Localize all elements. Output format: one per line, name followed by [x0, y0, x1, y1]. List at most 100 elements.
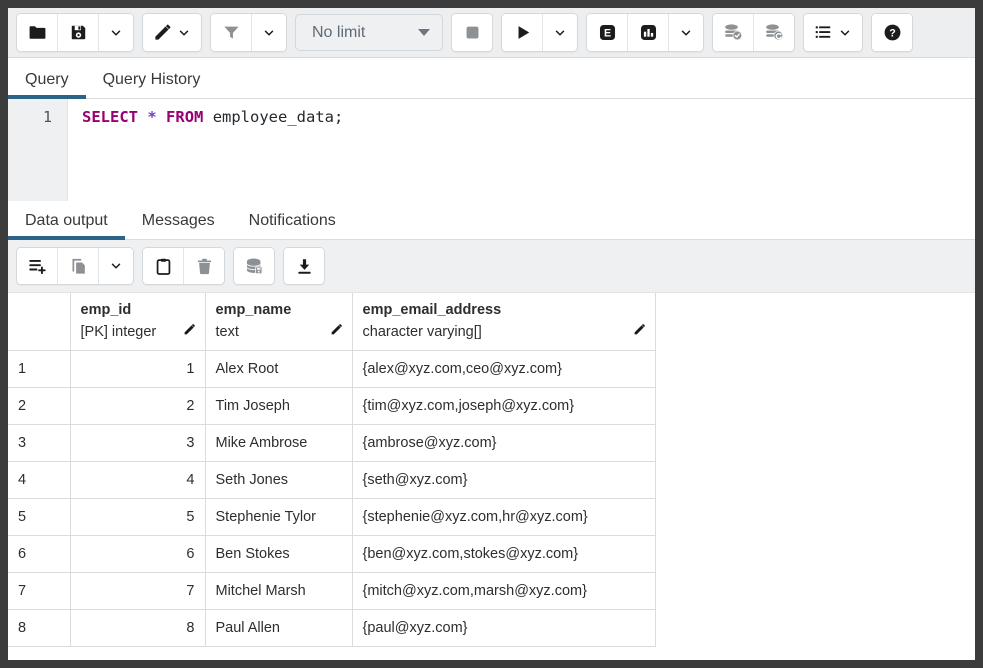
cell-emp-id[interactable]: 5	[70, 499, 205, 536]
edit-button[interactable]	[143, 14, 201, 51]
copy-button[interactable]	[57, 248, 98, 284]
table-row: 8 8 Paul Allen {paul@xyz.com}	[8, 610, 655, 647]
save-data-group	[233, 247, 275, 285]
tab-query-history[interactable]: Query History	[86, 71, 218, 98]
file-button-group	[16, 13, 134, 52]
column-name: emp_id	[81, 300, 195, 321]
cell-emp-name[interactable]: Mike Ambrose	[205, 425, 352, 462]
numbered-list-icon	[814, 23, 833, 42]
cancel-query-button[interactable]	[452, 14, 492, 51]
row-copy-group	[16, 247, 134, 285]
row-number[interactable]: 6	[8, 536, 70, 573]
cell-emp-name[interactable]: Mitchel Marsh	[205, 573, 352, 610]
commit-button[interactable]	[713, 14, 753, 51]
edit-column-icon[interactable]	[330, 323, 343, 336]
cell-emp-id[interactable]: 6	[70, 536, 205, 573]
column-header-emp-email-address[interactable]: emp_email_address character varying[]	[352, 293, 655, 351]
cell-emp-name[interactable]: Paul Allen	[205, 610, 352, 647]
execute-query-button[interactable]	[502, 14, 542, 51]
save-data-changes-button[interactable]	[234, 248, 274, 284]
tab-notifications[interactable]: Notifications	[232, 212, 353, 239]
sql-identifier: employee_data;	[203, 108, 343, 126]
save-file-button[interactable]	[57, 14, 98, 51]
cell-emp-name[interactable]: Tim Joseph	[205, 388, 352, 425]
table-row: 7 7 Mitchel Marsh {mitch@xyz.com,marsh@x…	[8, 573, 655, 610]
cell-emp-email[interactable]: {tim@xyz.com,joseph@xyz.com}	[352, 388, 655, 425]
cell-emp-name[interactable]: Ben Stokes	[205, 536, 352, 573]
trash-icon	[195, 257, 214, 276]
cell-emp-email[interactable]: {paul@xyz.com}	[352, 610, 655, 647]
clipboard-icon	[154, 257, 173, 276]
download-button[interactable]	[284, 248, 324, 284]
filter-icon	[222, 23, 241, 42]
cell-emp-id[interactable]: 1	[70, 351, 205, 388]
header-row: emp_id [PK] integer emp_name text emp_em…	[8, 293, 655, 351]
edit-column-icon[interactable]	[183, 323, 196, 336]
query-tab-bar: Query Query History	[8, 58, 975, 99]
row-number[interactable]: 1	[8, 351, 70, 388]
query-tool-window: No limit	[0, 0, 983, 668]
macros-button[interactable]	[804, 14, 862, 51]
copy-options-button[interactable]	[98, 248, 133, 284]
caret-down-icon	[418, 29, 430, 36]
edit-column-icon[interactable]	[633, 323, 646, 336]
row-number[interactable]: 7	[8, 573, 70, 610]
query-toolbar: No limit	[8, 8, 975, 58]
explain-options-button[interactable]	[668, 14, 703, 51]
svg-text:?: ?	[889, 27, 896, 39]
cell-emp-email[interactable]: {ben@xyz.com,stokes@xyz.com}	[352, 536, 655, 573]
play-icon	[513, 23, 532, 42]
chevron-down-icon	[177, 26, 191, 40]
tab-query[interactable]: Query	[8, 71, 86, 98]
result-table: emp_id [PK] integer emp_name text emp_em…	[8, 293, 656, 647]
delete-button[interactable]	[183, 248, 224, 284]
paste-delete-group	[142, 247, 225, 285]
cell-emp-id[interactable]: 2	[70, 388, 205, 425]
row-limit-value: No limit	[312, 24, 365, 42]
explain-analyze-button[interactable]	[627, 14, 668, 51]
row-number[interactable]: 5	[8, 499, 70, 536]
column-header-emp-name[interactable]: emp_name text	[205, 293, 352, 351]
select-all-corner[interactable]	[8, 293, 70, 351]
cell-emp-email[interactable]: {stephenie@xyz.com,hr@xyz.com}	[352, 499, 655, 536]
row-number[interactable]: 8	[8, 610, 70, 647]
cell-emp-id[interactable]: 8	[70, 610, 205, 647]
cell-emp-name[interactable]: Stephenie Tylor	[205, 499, 352, 536]
tab-messages[interactable]: Messages	[125, 212, 232, 239]
column-type: [PK] integer	[81, 322, 195, 343]
row-number[interactable]: 2	[8, 388, 70, 425]
execute-options-button[interactable]	[542, 14, 577, 51]
cell-emp-id[interactable]: 3	[70, 425, 205, 462]
filter-options-button[interactable]	[251, 14, 286, 51]
row-limit-select[interactable]: No limit	[295, 14, 443, 51]
editor-gutter: 1	[8, 99, 68, 201]
add-row-button[interactable]	[17, 248, 57, 284]
column-name: emp_email_address	[363, 300, 645, 321]
tab-data-output[interactable]: Data output	[8, 212, 125, 239]
row-number[interactable]: 4	[8, 462, 70, 499]
chevron-down-icon	[553, 26, 567, 40]
explain-button[interactable]: E	[587, 14, 627, 51]
cell-emp-name[interactable]: Alex Root	[205, 351, 352, 388]
help-button[interactable]: ?	[872, 14, 912, 51]
cell-emp-email[interactable]: {ambrose@xyz.com}	[352, 425, 655, 462]
cell-emp-email[interactable]: {alex@xyz.com,ceo@xyz.com}	[352, 351, 655, 388]
cell-emp-name[interactable]: Seth Jones	[205, 462, 352, 499]
open-file-button[interactable]	[17, 14, 57, 51]
sql-editor[interactable]: 1 SELECT * FROM employee_data;	[8, 99, 975, 201]
cell-emp-id[interactable]: 7	[70, 573, 205, 610]
cell-emp-email[interactable]: {seth@xyz.com}	[352, 462, 655, 499]
rollback-button[interactable]	[753, 14, 794, 51]
row-number[interactable]: 3	[8, 425, 70, 462]
cell-emp-email[interactable]: {mitch@xyz.com,marsh@xyz.com}	[352, 573, 655, 610]
column-type: text	[216, 322, 342, 343]
filter-button[interactable]	[211, 14, 251, 51]
cell-emp-id[interactable]: 4	[70, 462, 205, 499]
add-row-icon	[28, 257, 47, 276]
explain-button-group: E	[586, 13, 704, 52]
column-header-emp-id[interactable]: emp_id [PK] integer	[70, 293, 205, 351]
save-options-button[interactable]	[98, 14, 133, 51]
paste-button[interactable]	[143, 248, 183, 284]
sql-code-line[interactable]: SELECT * FROM employee_data;	[68, 99, 343, 201]
database-save-icon	[245, 257, 264, 276]
